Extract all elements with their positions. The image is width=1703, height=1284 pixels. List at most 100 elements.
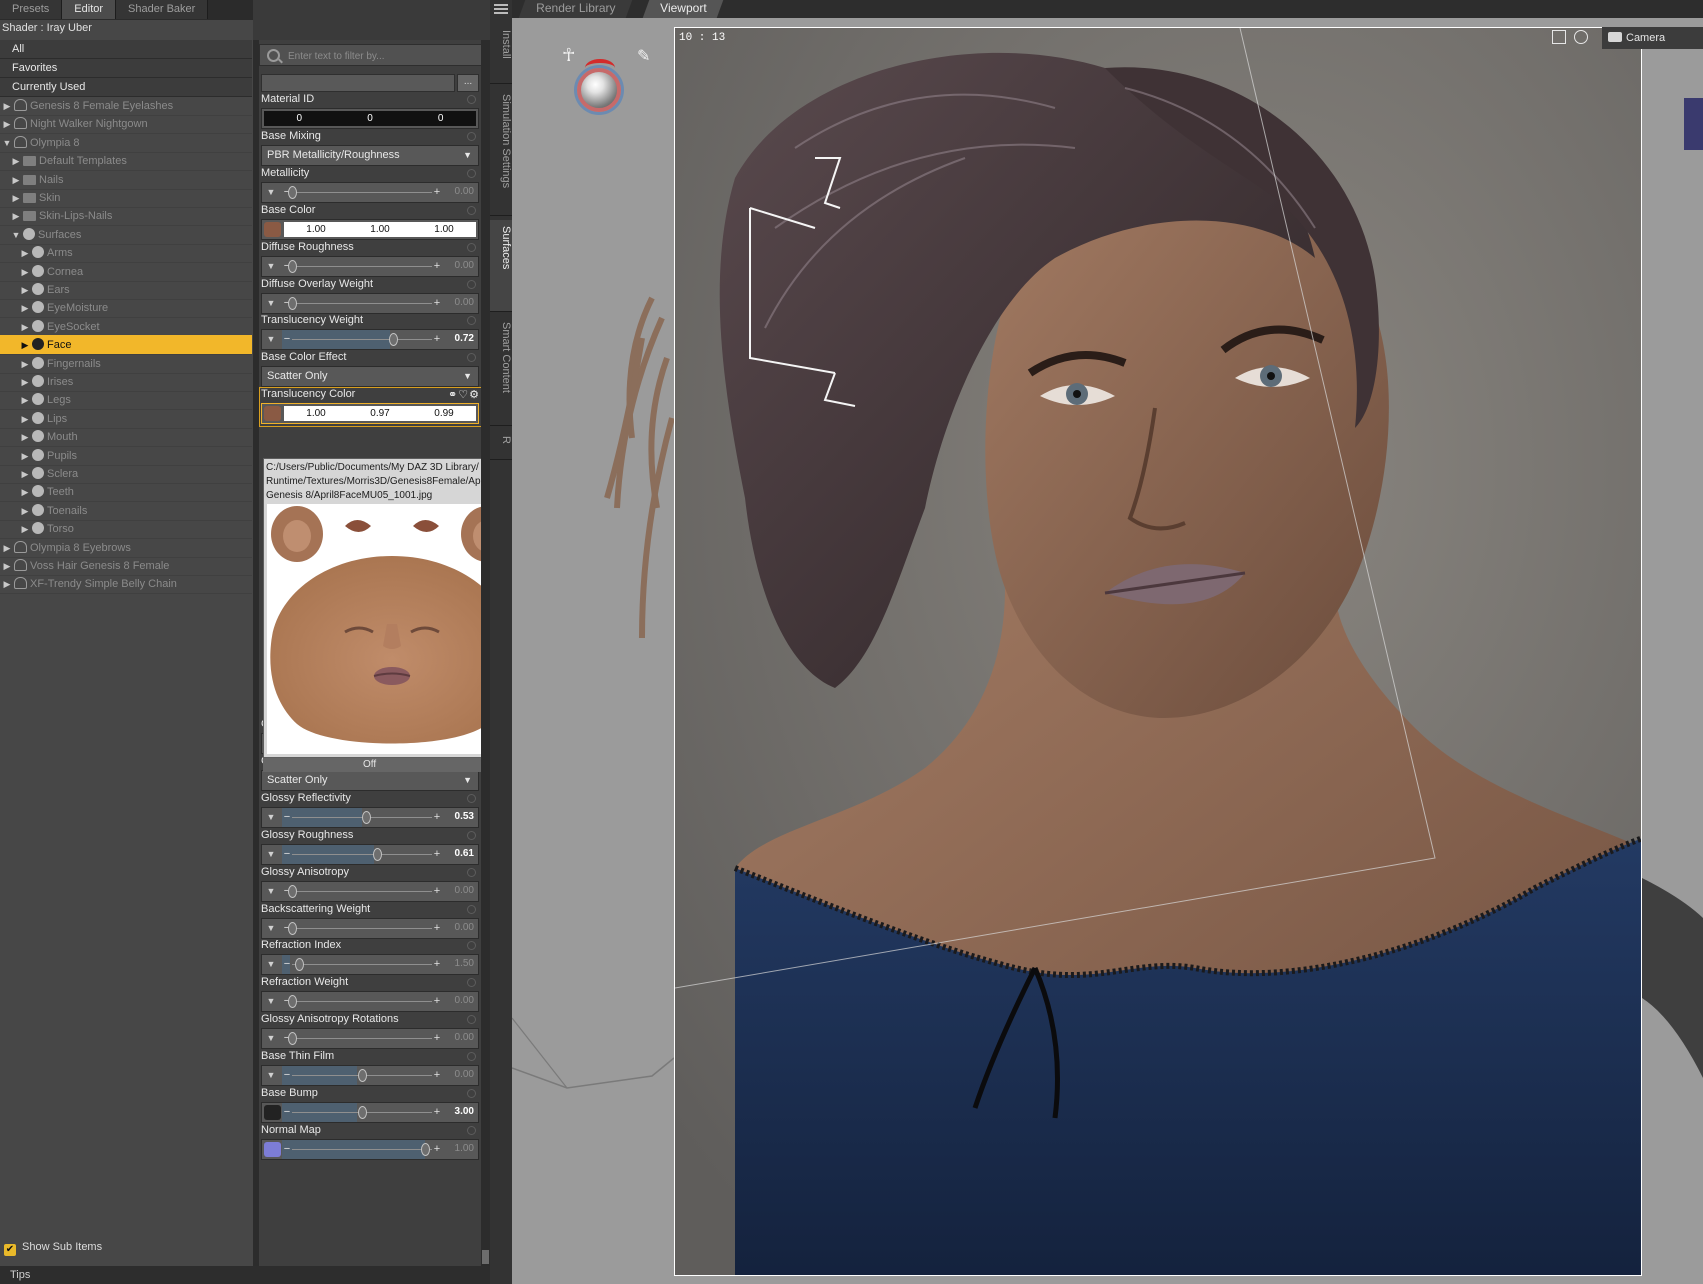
slider-track[interactable] — [288, 259, 432, 273]
expand-right-icon[interactable]: ▶ — [20, 464, 30, 484]
expand-right-icon[interactable]: ▶ — [20, 390, 30, 410]
expand-right-icon[interactable]: ▶ — [2, 538, 12, 558]
tab-editor[interactable]: Editor — [62, 0, 117, 19]
property-gear-icon[interactable] — [467, 1125, 476, 1135]
property-gear-icon[interactable] — [467, 131, 476, 141]
slider-knob[interactable] — [288, 185, 297, 199]
expand-down-icon[interactable]: ▼ — [11, 225, 21, 245]
value-field[interactable]: 0 — [405, 111, 476, 126]
value-field[interactable]: 1.00 — [284, 406, 348, 421]
tree-item[interactable]: ▶ EyeMoisture — [0, 298, 252, 319]
property-control[interactable]: 1.00 0.97 0.99 — [261, 403, 479, 425]
color-swatch[interactable] — [264, 406, 281, 422]
tree-item[interactable]: ▶ XF-Trendy Simple Belly Chain — [0, 574, 252, 595]
slider-value[interactable]: 1.50 — [440, 958, 474, 969]
decrement-icon[interactable]: − — [282, 1142, 292, 1156]
property-control[interactable]: Scatter Only ▼ — [261, 769, 479, 791]
side-tab-smart-content[interactable]: Smart Content — [490, 316, 512, 426]
expand-right-icon[interactable]: ▶ — [2, 114, 12, 134]
slider-track[interactable] — [288, 884, 432, 898]
combo-box[interactable]: PBR Metallicity/Roughness ▼ — [262, 146, 478, 165]
property-gear-icon[interactable] — [467, 353, 476, 363]
expand-right-icon[interactable]: ▶ — [20, 243, 30, 263]
map-menu-arrow-icon[interactable]: ▼ — [264, 258, 278, 275]
map-menu-arrow-icon[interactable]: ▼ — [264, 809, 278, 826]
decrement-icon[interactable]: − — [282, 1068, 292, 1082]
slider-value[interactable]: 0.00 — [440, 995, 474, 1006]
expand-right-icon[interactable]: ▶ — [20, 372, 30, 392]
property-control[interactable]: 000 — [261, 108, 479, 129]
slider-value[interactable]: 0.00 — [440, 1032, 474, 1043]
tab-presets[interactable]: Presets — [0, 0, 63, 19]
expand-right-icon[interactable]: ▶ — [20, 280, 30, 300]
expand-right-icon[interactable]: ▶ — [2, 96, 12, 116]
tree-item[interactable]: ▶ Face — [0, 335, 252, 356]
map-menu-arrow-icon[interactable]: ▼ — [264, 956, 278, 973]
value-field[interactable]: 1.00 — [412, 222, 476, 237]
property-gear-icon[interactable] — [467, 205, 476, 215]
property-control[interactable]: ▼ − +0.00 — [261, 292, 479, 314]
decrement-icon[interactable]: − — [282, 847, 292, 861]
slider-value[interactable]: 0.00 — [440, 297, 474, 308]
draw-style-icon[interactable] — [1574, 30, 1588, 44]
property-control[interactable]: ▼ − +0.00 — [261, 1028, 479, 1050]
property-control[interactable]: Scatter Only ▼ — [261, 366, 479, 388]
category-currently-used[interactable]: Currently Used — [0, 78, 252, 97]
expand-right-icon[interactable]: ▶ — [20, 519, 30, 539]
tags-browse-button[interactable]: ... — [457, 74, 479, 92]
tree-item[interactable]: ▶ Cornea — [0, 262, 252, 282]
slider-knob[interactable] — [288, 296, 297, 310]
expand-right-icon[interactable]: ▶ — [20, 427, 30, 447]
slider-knob[interactable] — [358, 1069, 367, 1083]
tab-render-library[interactable]: Render Library — [518, 0, 633, 18]
tips-bar[interactable]: Tips — [0, 1266, 490, 1284]
viewport[interactable]: 10 : 13 ☥ ✎ Camera — [512, 18, 1703, 1284]
scrollbar-thumb[interactable] — [482, 1250, 489, 1264]
slider-track[interactable] — [292, 1142, 432, 1156]
expand-right-icon[interactable]: ▶ — [20, 409, 30, 429]
property-gear-icon[interactable] — [467, 279, 476, 289]
property-control[interactable]: ▼ − +0.00 — [261, 991, 479, 1013]
property-gear-icon[interactable] — [467, 867, 476, 877]
expand-right-icon[interactable]: ▶ — [11, 170, 21, 190]
tree-item[interactable]: ▶ Olympia 8 Eyebrows — [0, 538, 252, 558]
decrement-icon[interactable]: − — [282, 1105, 292, 1119]
decrement-icon[interactable]: − — [282, 810, 292, 824]
slider-value[interactable]: 0.53 — [440, 811, 474, 822]
slider-value[interactable]: 0.00 — [440, 186, 474, 197]
tree-item[interactable]: ▶ Toenails — [0, 501, 252, 521]
property-control[interactable]: − +3.00 — [261, 1102, 479, 1123]
category-all[interactable]: All — [0, 40, 252, 59]
slider-value[interactable]: 0.00 — [440, 885, 474, 896]
slider-knob[interactable] — [288, 1032, 297, 1046]
tree-item[interactable]: ▶ Fingernails — [0, 354, 252, 374]
expand-right-icon[interactable]: ▶ — [20, 482, 30, 502]
property-control[interactable]: ▼ − +0.00 — [261, 181, 479, 203]
property-gear-icon[interactable] — [467, 1089, 476, 1098]
expand-right-icon[interactable]: ▶ — [20, 446, 30, 466]
tree-item[interactable]: ▶ Skin-Lips-Nails — [0, 206, 252, 227]
map-menu-arrow-icon[interactable]: ▼ — [264, 295, 278, 312]
expand-right-icon[interactable]: ▶ — [20, 335, 30, 355]
value-field[interactable]: 0.97 — [348, 406, 412, 421]
slider-value[interactable]: 0.00 — [440, 922, 474, 933]
slider-knob[interactable] — [388, 333, 398, 347]
tree-item[interactable]: ▶ Ears — [0, 280, 252, 300]
map-menu-arrow-icon[interactable]: ▼ — [264, 1067, 278, 1084]
map-menu-arrow-icon[interactable]: ▼ — [264, 993, 278, 1010]
property-gear-icon[interactable] — [467, 1052, 476, 1062]
slider-track[interactable] — [288, 921, 432, 935]
property-control[interactable]: ▼ − +0.00 — [261, 917, 479, 939]
decrement-icon[interactable]: − — [282, 957, 292, 971]
expand-right-icon[interactable]: ▶ — [20, 298, 30, 318]
property-control[interactable]: ▼ − +0.72 — [261, 329, 479, 351]
camera-selector[interactable]: Camera — [1602, 27, 1703, 49]
tree-item[interactable]: ▼ Olympia 8 — [0, 133, 252, 153]
map-menu-arrow-icon[interactable]: ▼ — [264, 883, 278, 900]
property-gear-icon[interactable] — [467, 1015, 476, 1025]
combo-box[interactable]: Scatter Only ▼ — [262, 367, 478, 386]
slider-value[interactable]: 0.72 — [440, 333, 474, 344]
expand-right-icon[interactable]: ▶ — [20, 317, 30, 337]
slider-track[interactable] — [292, 847, 432, 861]
tab-shader-baker[interactable]: Shader Baker — [116, 0, 209, 19]
